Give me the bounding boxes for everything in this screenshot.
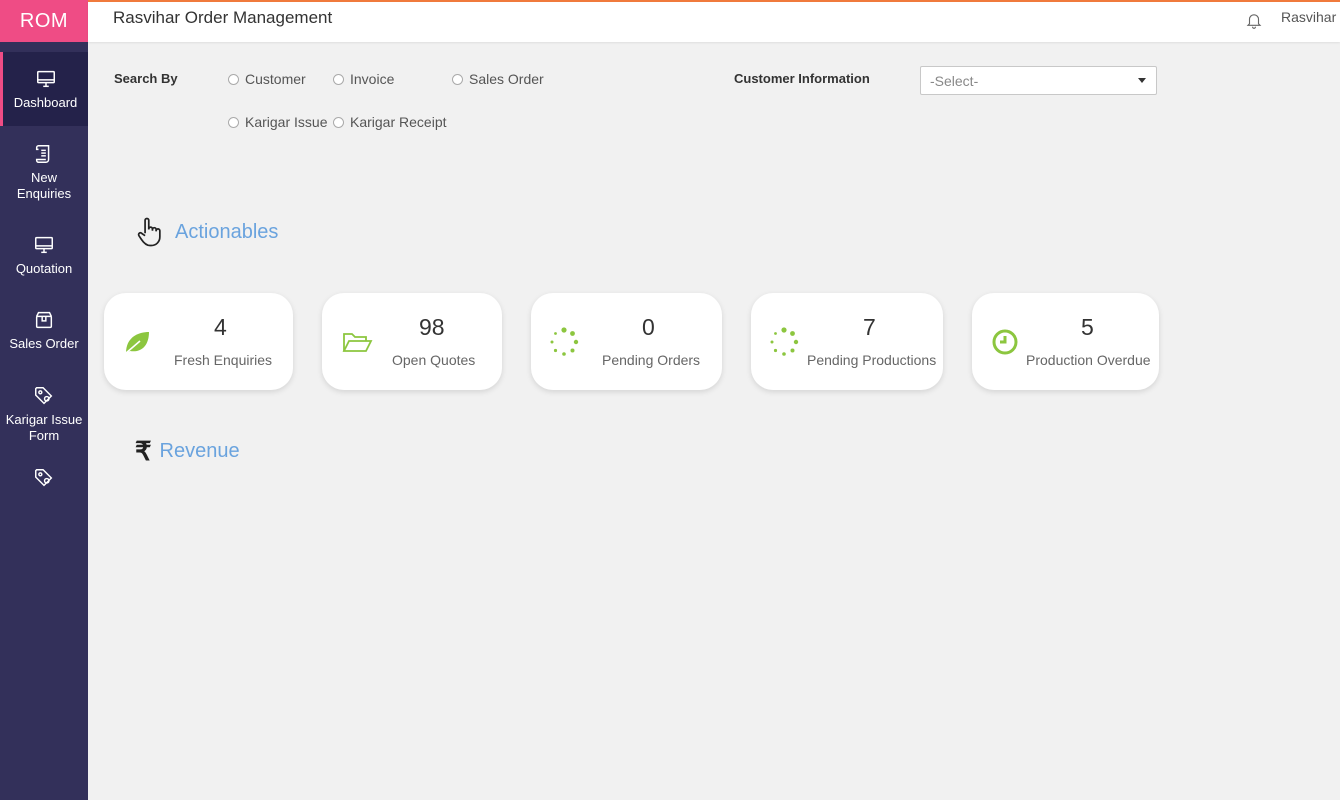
- card-label: Open Quotes: [392, 352, 476, 368]
- sidebar-item-quotation[interactable]: Quotation: [0, 218, 88, 292]
- radio-circle[interactable]: [228, 73, 239, 85]
- revenue-heading: ₹ Revenue: [135, 436, 240, 467]
- sidebar: ROM Dashboard New Enquiries Quotation Sa…: [0, 0, 88, 800]
- sidebar-item-label: Karigar Issue Form: [5, 411, 83, 443]
- pointer-hand-icon: [137, 217, 161, 247]
- top-bar: Rasvihar Order Management Rasvihar: [88, 0, 1340, 42]
- sidebar-item-sales-order[interactable]: Sales Order: [0, 292, 88, 368]
- sidebar-item-label: Dashboard: [13, 94, 78, 110]
- section-title: Actionables: [175, 220, 279, 243]
- card-label: Pending Productions: [807, 352, 937, 368]
- radio-circle[interactable]: [333, 116, 344, 128]
- customer-information-label: Customer Information: [734, 71, 870, 86]
- sidebar-item-tag[interactable]: [0, 460, 88, 500]
- actionables-heading: Actionables: [135, 216, 278, 248]
- radio-label: Invoice: [350, 71, 395, 87]
- monitor-icon: [36, 70, 55, 87]
- card-value: 5: [1081, 314, 1094, 340]
- leaf-icon: [125, 332, 149, 354]
- user-name[interactable]: Rasvihar: [1281, 9, 1336, 25]
- radio-circle[interactable]: [333, 73, 344, 85]
- sidebar-item-label: Quotation: [15, 260, 73, 276]
- caret-down-icon: [1138, 78, 1146, 83]
- card-label: Production Overdue: [1026, 352, 1151, 368]
- sidebar-item-dashboard[interactable]: Dashboard: [0, 52, 88, 126]
- sidebar-item-karigar-issue-form[interactable]: Karigar Issue Form: [0, 368, 88, 460]
- tag-icon: [35, 468, 53, 486]
- rupee-icon: ₹: [135, 436, 152, 466]
- customer-select[interactable]: -Select-: [920, 66, 1157, 95]
- card-value: 98: [419, 314, 445, 340]
- app-title: Rasvihar Order Management: [113, 8, 333, 27]
- monitor-icon: [35, 236, 53, 253]
- radio-label: Sales Order: [469, 71, 544, 87]
- search-by-label: Search By: [114, 71, 178, 86]
- sidebar-item-label: New Enquiries: [16, 169, 72, 201]
- sidebar-item-new-enquiries[interactable]: New Enquiries: [0, 126, 88, 218]
- spinner-icon: [770, 327, 799, 356]
- clock-icon: [992, 329, 1018, 355]
- sidebar-nav: Dashboard New Enquiries Quotation Sales …: [0, 52, 88, 500]
- select-value: -Select-: [930, 73, 979, 89]
- folder-open-icon: [342, 333, 373, 352]
- card-value: 7: [863, 314, 876, 340]
- radio-karigar-receipt[interactable]: Karigar Receipt: [333, 114, 447, 130]
- radio-karigar-issue[interactable]: Karigar Issue: [228, 114, 327, 130]
- card-value: 0: [642, 314, 655, 340]
- radio-circle[interactable]: [228, 116, 239, 128]
- card-pending-productions[interactable]: 7 Pending Productions: [751, 293, 943, 390]
- card-label: Fresh Enquiries: [174, 352, 273, 368]
- radio-sales-order[interactable]: Sales Order: [452, 71, 544, 87]
- scroll-icon: [35, 144, 50, 163]
- card-fresh-enquiries[interactable]: 4 Fresh Enquiries: [104, 293, 293, 390]
- brand-logo[interactable]: ROM: [0, 0, 88, 42]
- section-title: Revenue: [159, 440, 240, 462]
- card-label: Pending Orders: [602, 352, 701, 368]
- radio-circle[interactable]: [452, 73, 463, 85]
- radio-label: Customer: [245, 71, 306, 87]
- bell-icon[interactable]: [1245, 11, 1263, 29]
- sidebar-item-label: Sales Order: [9, 335, 79, 351]
- card-value: 4: [214, 314, 227, 340]
- radio-customer[interactable]: Customer: [228, 71, 306, 87]
- radio-label: Karigar Issue: [245, 114, 328, 130]
- tag-icon: [35, 386, 53, 404]
- radio-invoice[interactable]: Invoice: [333, 71, 394, 87]
- card-pending-orders[interactable]: 0 Pending Orders: [531, 293, 722, 390]
- card-production-overdue[interactable]: 5 Production Overdue: [972, 293, 1159, 390]
- spinner-icon: [550, 327, 579, 356]
- box-icon: [35, 311, 53, 328]
- card-open-quotes[interactable]: 98 Open Quotes: [322, 293, 502, 390]
- radio-label: Karigar Receipt: [350, 114, 447, 130]
